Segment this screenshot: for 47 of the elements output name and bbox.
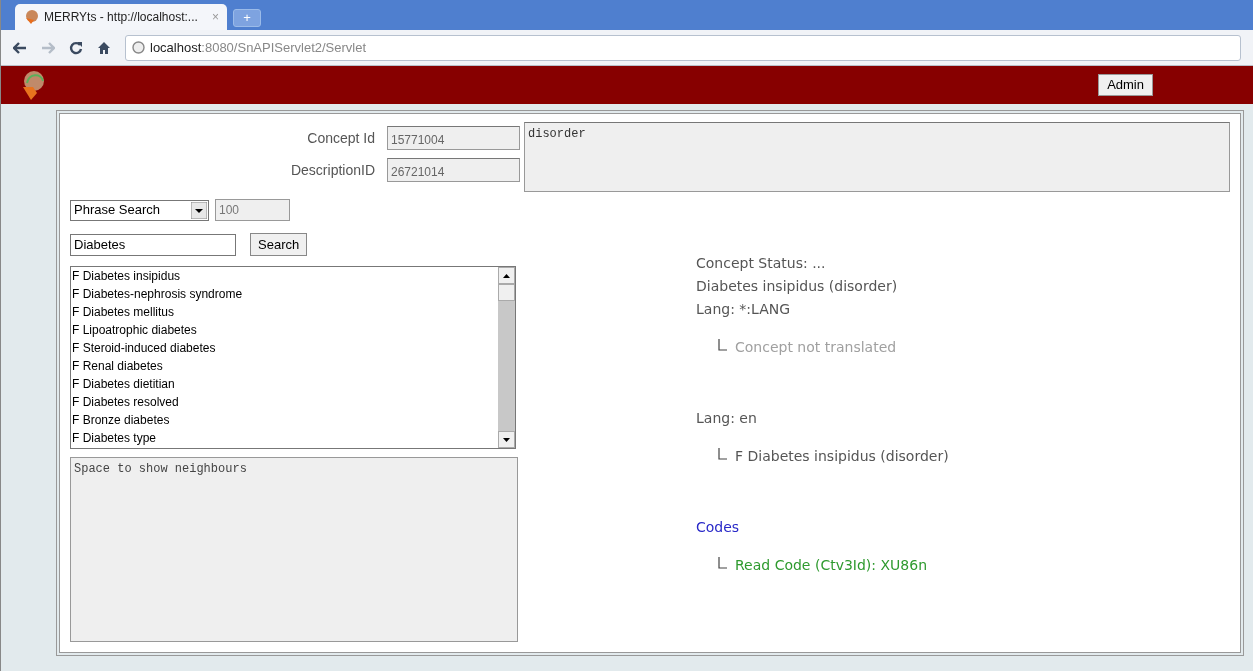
result-item[interactable]: F Diabetes mellitus xyxy=(71,303,498,321)
concept-status: Concept Status: ... xyxy=(696,254,827,273)
url-text: localhost:8080/SnAPIServlet2/Servlet xyxy=(150,38,367,57)
reload-icon[interactable] xyxy=(69,40,83,55)
head-logo-icon xyxy=(23,9,39,25)
tree-elbow-icon xyxy=(718,557,727,569)
dropdown-arrow-icon xyxy=(191,201,207,219)
scroll-down-icon[interactable] xyxy=(503,437,510,442)
section-heading[interactable]: Codes xyxy=(696,516,1230,539)
tree-elbow-icon xyxy=(718,339,727,351)
scroll-thumb[interactable] xyxy=(498,284,515,301)
field-label: DescriptionID xyxy=(290,160,375,180)
id-field[interactable]: 15771004 xyxy=(387,126,520,150)
tree-item: F Diabetes insipidus (disorder) xyxy=(735,447,949,466)
limit-field[interactable]: 100 xyxy=(215,199,290,221)
result-item[interactable]: F Diabetes dietitian xyxy=(71,375,498,393)
result-item[interactable]: F Bronze diabetes xyxy=(71,411,498,429)
result-item[interactable]: F Diabetes insipidus xyxy=(71,267,498,285)
result-item[interactable]: F Steroid-induced diabetes xyxy=(71,339,498,357)
tab-title: MERRYts - http://localhost:... xyxy=(44,9,198,26)
result-item[interactable]: F Diabetes-nephrosis syndrome xyxy=(71,285,498,303)
tree-item: Concept not translated xyxy=(735,338,897,357)
section-heading: Lang: *:LANG xyxy=(696,300,792,319)
tree-item: Read Code (Ctv3Id): XU86n xyxy=(735,556,927,575)
scrollbar[interactable] xyxy=(498,267,515,448)
search-button[interactable]: Search xyxy=(250,233,308,256)
neighbours-box[interactable]: Space to show neighbours xyxy=(70,457,518,642)
tree-elbow-icon xyxy=(718,448,727,460)
result-item[interactable]: F Diabetes type xyxy=(71,429,498,447)
back-arrow-icon[interactable] xyxy=(13,41,27,54)
globe-icon xyxy=(132,41,145,54)
scroll-up-icon[interactable] xyxy=(503,273,510,278)
result-item[interactable]: F Lipoatrophic diabetes xyxy=(71,321,498,339)
id-field[interactable]: 26721014 xyxy=(387,158,520,182)
admin-button[interactable]: Admin xyxy=(1098,74,1153,96)
section-heading: Lang: en xyxy=(696,409,758,428)
result-item[interactable]: F Diabetes resolved xyxy=(71,393,498,411)
concept-term: Diabetes insipidus (disorder) xyxy=(696,277,899,296)
search-mode-dropdown[interactable]: Phrase Search xyxy=(70,199,209,221)
result-item[interactable]: F Renal diabetes xyxy=(71,357,498,375)
search-field[interactable]: Diabetes xyxy=(70,233,236,256)
results-list[interactable] xyxy=(70,266,516,449)
address-bar[interactable]: localhost:8080/SnAPIServlet2/Servlet xyxy=(125,34,1241,61)
home-icon[interactable] xyxy=(97,40,111,55)
field-label: Concept Id xyxy=(307,128,375,148)
browser-tab[interactable]: MERRYts - http://localhost:... × xyxy=(15,4,227,30)
semantic-tag-box[interactable]: disorder xyxy=(524,122,1230,192)
